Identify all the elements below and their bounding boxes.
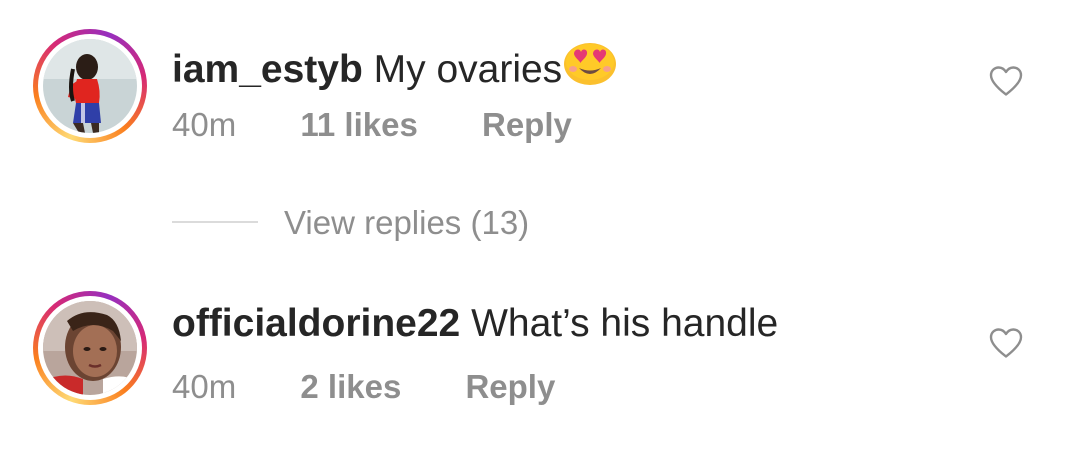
comment-text-line: iam_estyb My ovaries — [172, 42, 617, 93]
comment-meta: 40m 11 likes Reply — [172, 108, 572, 141]
comment-meta: 40m 2 likes Reply — [172, 370, 555, 403]
avatar-photo — [43, 39, 137, 133]
comment-timestamp: 40m — [172, 368, 237, 405]
avatar[interactable] — [43, 39, 137, 133]
comment-timestamp: 40m — [172, 106, 237, 143]
view-replies-label: View replies (13) — [284, 203, 530, 241]
view-replies-divider — [172, 221, 258, 223]
comment-likes-count[interactable]: 2 likes — [300, 370, 401, 403]
comment-username[interactable]: iam_estyb — [172, 48, 363, 91]
avatar[interactable] — [43, 301, 137, 395]
comment-text-line: officialdorine22 What’s his handle — [172, 304, 778, 343]
comments-list: iam_estyb My ovaries 40m 11 likes Reply — [0, 0, 1080, 453]
heart-eyes-emoji-icon — [564, 42, 617, 93]
comment-body: What’s his handle — [471, 302, 779, 345]
comment-username[interactable]: officialdorine22 — [172, 302, 460, 345]
avatar-photo — [43, 301, 137, 395]
avatar-story-ring[interactable] — [33, 29, 147, 143]
reply-button[interactable]: Reply — [465, 370, 555, 403]
avatar-story-ring[interactable] — [33, 291, 147, 405]
comment-body: My ovaries — [373, 48, 563, 91]
like-heart-icon[interactable] — [988, 65, 1024, 97]
comment-likes-count[interactable]: 11 likes — [300, 108, 417, 141]
view-replies-button[interactable]: View replies (13) — [172, 202, 529, 242]
like-heart-icon[interactable] — [988, 327, 1024, 359]
reply-button[interactable]: Reply — [482, 108, 572, 141]
